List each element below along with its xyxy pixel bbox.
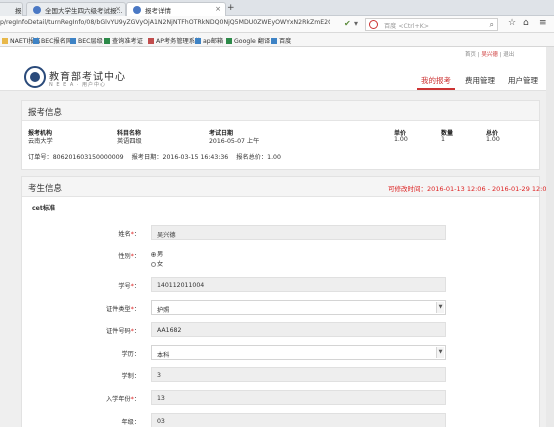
table-cell: 1.00 [486,136,500,143]
star-icon[interactable]: ☆ [508,18,516,28]
field-label: 证件号码*： [105,328,140,335]
table-cell: 云南大学 [28,138,53,145]
name-field[interactable]: 吴兴德 [151,225,446,240]
order-summary: 订单号：806201603150000009 报考日期：2016-03-15 1… [28,152,287,161]
candidate-panel: 考生信息 可修改时间：2016-01-13 12:06 - 2016-01-29… [21,176,551,427]
favicon-icon [133,6,141,14]
bookmark-item[interactable]: BEC层级 [70,36,103,45]
chevron-down-icon[interactable]: ▼ [436,302,444,313]
tab-label: 报考详情 [145,7,171,15]
new-tab-button[interactable]: + [227,3,235,13]
table-cell: 2016-05-07 上午 [209,138,260,145]
select-value: 本科 [157,352,170,359]
field-label: 学历： [121,351,140,358]
nav-fee-management[interactable]: 费用管理 [461,72,499,90]
radio-icon [151,262,156,267]
radio-icon [151,252,156,257]
top-links: 首页 | 吴兴德 | 退出 [465,50,514,58]
years-field[interactable]: 3 [151,367,446,382]
close-tab-icon[interactable]: × [115,5,121,13]
total-paid: 报名总价：1.00 [236,154,281,161]
favicon-icon [33,6,41,14]
panel-title: 报考信息 [28,108,63,118]
bookmark-item[interactable]: Google 翻译 [226,36,270,45]
browser-tab[interactable]: 全国大学生四六级考试报... × [26,2,126,16]
url-field[interactable]: p/regInfoDetail/turnRegInfo/08/bGlvYU9yZ… [0,19,330,30]
search-icon[interactable]: ⌕ [490,20,494,30]
divider: | [499,52,502,58]
logo-seal-icon [24,66,46,88]
chevron-down-icon[interactable]: ▼ [436,347,444,358]
id-number-field[interactable]: AA1682 [151,322,446,337]
vertical-scrollbar[interactable] [546,47,554,427]
table-cell: 1 [441,136,445,143]
menu-icon[interactable]: ≡ [539,18,547,28]
search-input[interactable]: 百度 <Ctrl+K> ⌕ [365,18,498,31]
field-label: 性别*： [118,253,140,260]
field-label: 姓名*： [118,231,140,238]
modify-time-notice: 可修改时间：2016-01-13 12:06 - 2016-01-29 12:0… [388,185,551,193]
bookmark-item[interactable]: 查询准考证 [104,36,143,45]
field-label: 证件类型*： [105,306,140,313]
bookmarks-bar: NAETI报名 BEC报名网 BEC层级 查询准考证 AP考务管理系统 ap邮箱… [0,33,554,47]
close-tab-icon[interactable]: × [215,5,221,13]
logout-link[interactable]: 退出 [503,52,514,58]
field-label: 入学年份*： [105,396,140,403]
divider: | [477,52,480,58]
field-label: 学制： [121,373,140,380]
user-link[interactable]: 吴兴德 [481,52,498,58]
bookmark-item[interactable]: ap邮箱 [195,36,223,45]
bookmark-item[interactable]: AP考务管理系统 [148,36,201,45]
field-label: 学号*： [118,283,140,290]
browser-tab-bar: 报考试 全国大学生四六级考试报... × 报考详情 × + [0,0,554,16]
gender-female-radio[interactable]: 女 [151,259,163,268]
address-bar: p/regInfoDetail/turnRegInfo/08/bGlvYU9yZ… [0,16,554,33]
gender-male-radio[interactable]: 男 [151,249,163,258]
page-content: 教育部考试中心 N E E A · 用户中心 首页 | 吴兴德 | 退出 我的报… [0,47,554,427]
education-select[interactable]: 本科 ▼ [151,345,446,360]
panel-header: 考生信息 可修改时间：2016-01-13 12:06 - 2016-01-29… [22,177,551,197]
chevron-down-icon[interactable]: ▾ [354,19,358,28]
entry-year-field[interactable]: 13 [151,390,446,405]
table-cell: 英语四级 [117,138,142,145]
bookmark-item[interactable]: BEC报名网 [33,36,72,45]
home-icon[interactable]: ⌂ [523,18,529,28]
shield-icon[interactable]: ✔ [344,19,351,28]
nav-my-registration[interactable]: 我的报考 [417,72,455,90]
site-header: 教育部考试中心 N E E A · 用户中心 首页 | 吴兴德 | 退出 我的报… [0,47,554,91]
browser-tab-active[interactable]: 报考详情 × [126,2,226,16]
panel-header: 报考信息 [22,101,539,121]
section-label: cet标准 [32,205,56,212]
order-number: 订单号：806201603150000009 [28,154,124,161]
tab-label: 报考试 [15,7,22,15]
tab-label: 全国大学生四六级考试报... [45,7,123,15]
grade-field[interactable]: 03 [151,413,446,427]
home-link[interactable]: 首页 [465,52,476,58]
logo-subtitle: N E E A · 用户中心 [49,82,107,88]
nav-user-management[interactable]: 用户管理 [503,72,543,90]
registration-panel: 报考信息 报考机构 科目名称 考试日期 单价 数量 总价 云南大学 英语四级 2… [21,100,540,170]
bookmark-item[interactable]: 百度 [271,36,291,45]
select-value: 护照 [157,307,170,314]
field-label: 年级： [121,419,140,426]
panel-title: 考生信息 [28,184,63,194]
browser-tab[interactable]: 报考试 [0,2,23,16]
registration-date: 报考日期：2016-03-15 16:43:36 [131,154,229,161]
search-placeholder: 百度 <Ctrl+K> [384,23,429,30]
id-type-select[interactable]: 护照 ▼ [151,300,446,315]
table-cell: 1.00 [394,136,408,143]
search-engine-icon [369,20,378,29]
student-id-field[interactable]: 140112011004 [151,277,446,292]
